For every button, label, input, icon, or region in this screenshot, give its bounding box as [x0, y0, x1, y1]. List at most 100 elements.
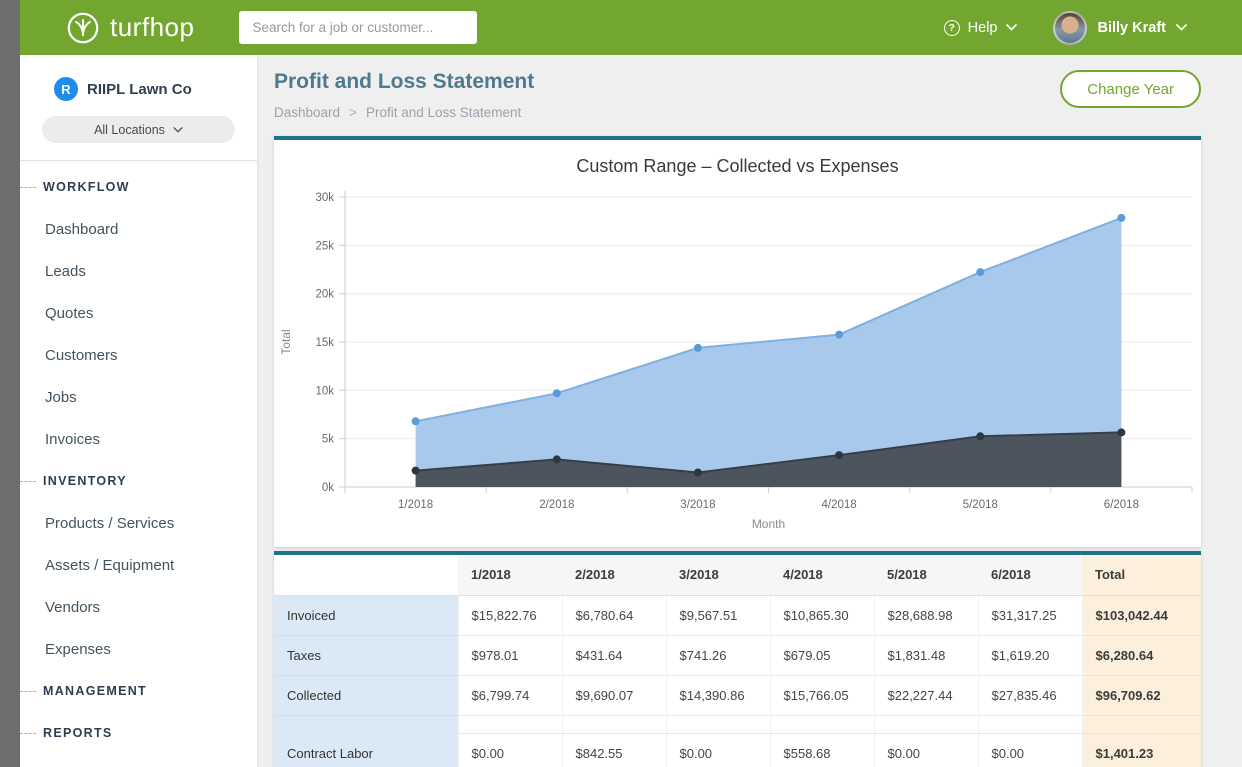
breadcrumb: Dashboard > Profit and Loss Statement [274, 105, 534, 120]
sidebar-item-customers[interactable]: Customers [20, 334, 257, 376]
row-total: $1,401.23 [1082, 733, 1201, 767]
table-row: Invoiced$15,822.76$6,780.64$9,567.51$10,… [274, 595, 1201, 635]
main-content: Profit and Loss Statement Dashboard > Prof… [257, 55, 1242, 767]
topbar-right: ? Help Billy Kraft [944, 11, 1242, 45]
app-window: turfhop ? Help Billy Kraft R RIIPL Lawn … [20, 0, 1242, 767]
table-row: Contract Labor$0.00$842.55$0.00$558.68$0… [274, 733, 1201, 767]
chevron-down-icon [173, 127, 183, 133]
sidebar: R RIIPL Lawn Co All Locations WORKFLOWDa… [20, 55, 257, 767]
location-filter[interactable]: All Locations [42, 116, 235, 143]
tree-dash-icon [20, 733, 36, 734]
sidebar-item-quotes[interactable]: Quotes [20, 292, 257, 334]
svg-text:5/2018: 5/2018 [963, 499, 998, 511]
cell-value: $10,865.30 [770, 595, 874, 635]
svg-text:30k: 30k [315, 192, 334, 204]
svg-text:20k: 20k [315, 289, 334, 301]
row-label: Contract Labor [274, 733, 458, 767]
cell-value: $679.05 [770, 635, 874, 675]
row-total: $96,709.62 [1082, 675, 1201, 715]
cell-value: $15,766.05 [770, 675, 874, 715]
cell-value: $842.55 [562, 733, 666, 767]
sidebar-item-vendors[interactable]: Vendors [20, 586, 257, 628]
svg-text:6/2018: 6/2018 [1104, 499, 1139, 511]
company-logo: R [54, 77, 78, 101]
user-name: Billy Kraft [1098, 20, 1167, 36]
svg-text:10k: 10k [315, 385, 334, 397]
svg-text:15k: 15k [315, 337, 334, 349]
svg-text:4/2018: 4/2018 [822, 499, 857, 511]
table-header-row: 1/20182/20183/20184/20185/20186/2018Tota… [274, 555, 1201, 595]
svg-text:3/2018: 3/2018 [680, 499, 715, 511]
sidebar-item-products-services[interactable]: Products / Services [20, 502, 257, 544]
sidebar-item-leads[interactable]: Leads [20, 250, 257, 292]
pl-chart[interactable]: 0k5k10k15k20k25k30k1/20182/20183/20184/2… [274, 181, 1201, 538]
column-header: 2/2018 [562, 555, 666, 595]
sidebar-section-super-admin: SUPER ADMIN [20, 754, 257, 767]
svg-text:1/2018: 1/2018 [398, 499, 433, 511]
sidebar-item-assets-equipment[interactable]: Assets / Equipment [20, 544, 257, 586]
svg-text:0k: 0k [322, 482, 334, 494]
cell-value: $431.64 [562, 635, 666, 675]
sidebar-item-invoices[interactable]: Invoices [20, 418, 257, 460]
breadcrumb-separator: > [349, 105, 357, 120]
row-label-header [274, 555, 458, 595]
column-header: 1/2018 [458, 555, 562, 595]
total-column-header: Total [1082, 555, 1201, 595]
cell-value: $28,688.98 [874, 595, 978, 635]
column-header: 4/2018 [770, 555, 874, 595]
help-menu[interactable]: ? Help [944, 20, 1017, 36]
company-switcher[interactable]: R RIIPL Lawn Co [20, 55, 257, 101]
user-menu[interactable]: Billy Kraft [1053, 11, 1188, 45]
svg-text:5k: 5k [322, 434, 334, 446]
cell-value: $6,780.64 [562, 595, 666, 635]
help-label: Help [968, 20, 998, 36]
sidebar-section-workflow: WORKFLOW [20, 166, 257, 208]
cell-value: $0.00 [978, 733, 1082, 767]
change-year-button[interactable]: Change Year [1060, 70, 1201, 108]
company-name: RIIPL Lawn Co [87, 81, 192, 98]
cell-value: $741.26 [666, 635, 770, 675]
cell-value: $9,567.51 [666, 595, 770, 635]
search-input[interactable] [239, 11, 477, 44]
cell-value: $14,390.86 [666, 675, 770, 715]
cell-value: $1,619.20 [978, 635, 1082, 675]
pl-table-card: 1/20182/20183/20184/20185/20186/2018Tota… [274, 551, 1201, 767]
sidebar-item-dashboard[interactable]: Dashboard [20, 208, 257, 250]
cell-value: $0.00 [874, 733, 978, 767]
sidebar-item-jobs[interactable]: Jobs [20, 376, 257, 418]
row-total: $103,042.44 [1082, 595, 1201, 635]
cell-value: $1,831.48 [874, 635, 978, 675]
help-icon: ? [944, 20, 960, 36]
column-header: 5/2018 [874, 555, 978, 595]
chart-title: Custom Range – Collected vs Expenses [274, 140, 1201, 177]
row-label: Collected [274, 675, 458, 715]
tree-dash-icon [20, 691, 36, 692]
cell-value: $6,799.74 [458, 675, 562, 715]
brand[interactable]: turfhop [66, 11, 194, 45]
cell-value: $31,317.25 [978, 595, 1082, 635]
page-header: Profit and Loss Statement Dashboard > Prof… [274, 70, 1201, 120]
breadcrumb-profit-and-loss-statement: Profit and Loss Statement [366, 105, 521, 120]
topbar: turfhop ? Help Billy Kraft [20, 0, 1242, 55]
cell-value: $22,227.44 [874, 675, 978, 715]
cell-value: $558.68 [770, 733, 874, 767]
row-label: Invoiced [274, 595, 458, 635]
turfhop-logo-icon [66, 11, 100, 45]
tree-dash-icon [20, 187, 36, 188]
cell-value: $0.00 [458, 733, 562, 767]
section-spacer-row [274, 715, 1201, 733]
svg-text:25k: 25k [315, 240, 334, 252]
pl-table: 1/20182/20183/20184/20185/20186/2018Tota… [274, 555, 1201, 767]
sidebar-section-inventory: INVENTORY [20, 460, 257, 502]
cell-value: $9,690.07 [562, 675, 666, 715]
breadcrumb-dashboard[interactable]: Dashboard [274, 105, 340, 120]
sidebar-item-expenses[interactable]: Expenses [20, 628, 257, 670]
cell-value: $15,822.76 [458, 595, 562, 635]
cell-value: $27,835.46 [978, 675, 1082, 715]
table-row: Collected$6,799.74$9,690.07$14,390.86$15… [274, 675, 1201, 715]
tree-dash-icon [20, 481, 36, 482]
sidebar-section-reports: REPORTS [20, 712, 257, 754]
chart-card: Custom Range – Collected vs Expenses 0k 5… [274, 136, 1201, 547]
column-header: 3/2018 [666, 555, 770, 595]
table-row: Taxes$978.01$431.64$741.26$679.05$1,831.… [274, 635, 1201, 675]
